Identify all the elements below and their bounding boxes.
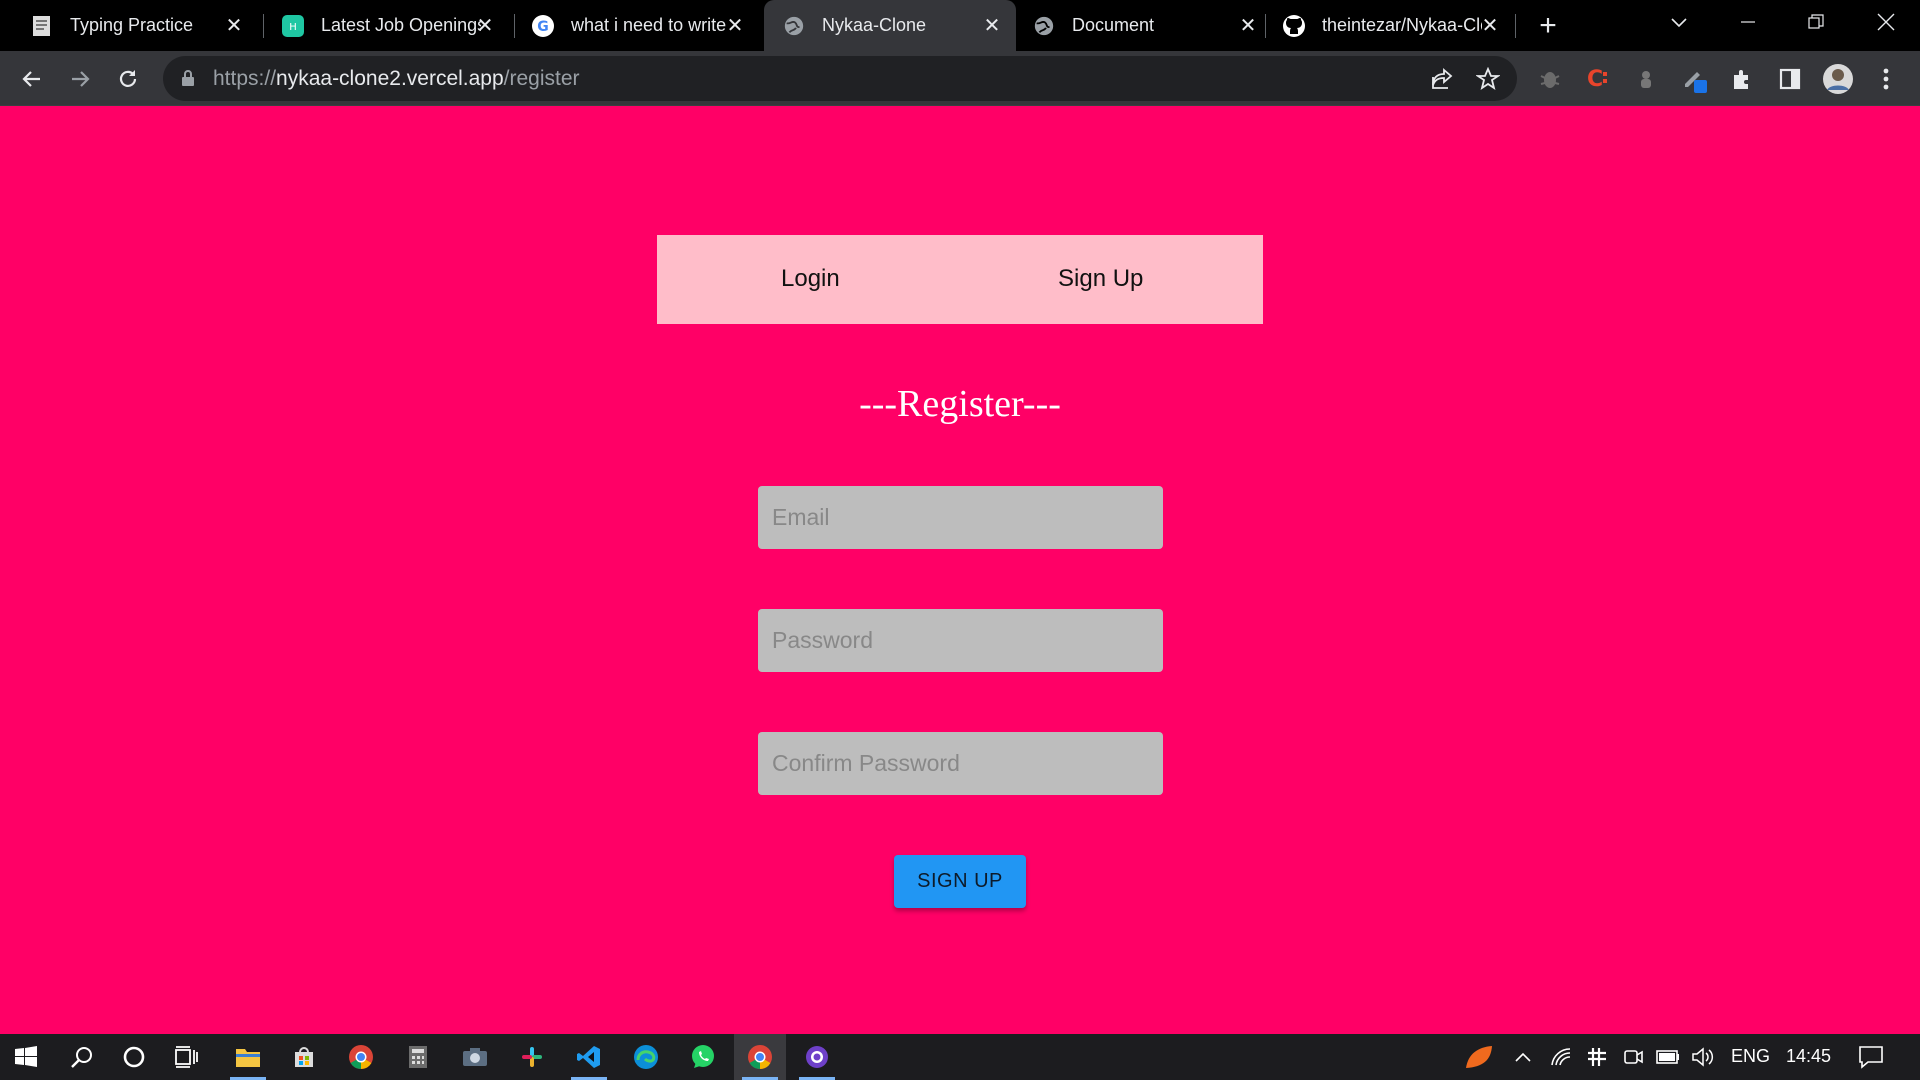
- tab-title: theintezar/Nykaa-Clone: [1322, 15, 1482, 35]
- volume-icon[interactable]: [1688, 1034, 1718, 1080]
- svg-text:G: G: [537, 19, 549, 35]
- close-icon[interactable]: ✕: [723, 13, 747, 37]
- close-icon[interactable]: ✕: [980, 13, 1004, 37]
- tab-search-chevron-icon[interactable]: [1645, 0, 1713, 44]
- chevron-up-icon[interactable]: [1508, 1034, 1538, 1080]
- battery-icon[interactable]: [1653, 1034, 1683, 1080]
- new-tab-plus-icon[interactable]: +: [1532, 9, 1564, 42]
- svg-text:H: H: [289, 22, 297, 33]
- address-bar[interactable]: https://nykaa-clone2.vercel.app/register: [163, 56, 1517, 101]
- tab-latest-job-openings[interactable]: H Latest Job Openings ✕: [251, 0, 509, 51]
- edge-icon[interactable]: [620, 1034, 672, 1080]
- globe-icon: [1032, 14, 1056, 38]
- reload-icon[interactable]: [110, 61, 146, 97]
- slack-icon[interactable]: [506, 1034, 558, 1080]
- tab-separator: [1515, 14, 1516, 38]
- tab-title: what i need to write: [571, 15, 727, 35]
- c-extension-icon[interactable]: C: [1580, 61, 1616, 97]
- tab-typing-practice[interactable]: Typing Practice ✕: [0, 0, 258, 51]
- browser-menu-icon[interactable]: [1868, 61, 1904, 97]
- github-icon: [1282, 14, 1306, 38]
- task-view-icon[interactable]: [160, 1034, 212, 1080]
- close-icon[interactable]: ✕: [1236, 13, 1260, 37]
- browser-toolbar: https://nykaa-clone2.vercel.app/register…: [0, 51, 1920, 106]
- extensions-puzzle-icon[interactable]: [1724, 61, 1760, 97]
- page-viewport: Login Sign Up ---Register--- SIGN UP: [0, 106, 1920, 1034]
- tab-github-repo[interactable]: theintezar/Nykaa-Clone ✕: [1264, 0, 1514, 51]
- close-icon[interactable]: ✕: [1478, 13, 1502, 37]
- email-field[interactable]: [758, 486, 1163, 549]
- notification-icon[interactable]: [1854, 1034, 1888, 1080]
- tab-google-search[interactable]: G what i need to write ✕: [501, 0, 759, 51]
- side-panel-icon[interactable]: [1772, 61, 1808, 97]
- tab-title: Latest Job Openings: [321, 15, 481, 35]
- clock-time[interactable]: 14:45: [1786, 1046, 1831, 1067]
- forward-arrow-icon[interactable]: [62, 61, 98, 97]
- profile-avatar-icon[interactable]: [1820, 61, 1856, 97]
- globe-icon: [782, 14, 806, 38]
- cortana-icon[interactable]: [108, 1034, 160, 1080]
- url-scheme: https://: [213, 67, 277, 90]
- close-window-icon[interactable]: [1852, 0, 1920, 44]
- whatsapp-icon[interactable]: [677, 1034, 729, 1080]
- url-text[interactable]: https://nykaa-clone2.vercel.app/register: [213, 67, 580, 91]
- signup-submit-button[interactable]: SIGN UP: [894, 855, 1026, 908]
- camera-icon[interactable]: [449, 1034, 501, 1080]
- bookmark-star-icon[interactable]: [1473, 64, 1503, 94]
- share-icon[interactable]: [1427, 64, 1457, 94]
- microsoft-store-icon[interactable]: [278, 1034, 330, 1080]
- minimize-icon[interactable]: [1714, 0, 1782, 44]
- lock-icon[interactable]: [181, 69, 195, 92]
- password-field[interactable]: [758, 609, 1163, 672]
- windows-start-icon[interactable]: [0, 1034, 52, 1080]
- auth-nav-bar: Login Sign Up: [657, 235, 1263, 324]
- confirm-password-field[interactable]: [758, 732, 1163, 795]
- browser-tab-strip: Typing Practice ✕ H Latest Job Openings …: [0, 0, 1920, 51]
- notepad-icon: [30, 14, 54, 38]
- language-indicator[interactable]: ENG: [1731, 1046, 1770, 1067]
- calculator-icon[interactable]: [392, 1034, 444, 1080]
- close-icon[interactable]: ✕: [222, 13, 246, 37]
- google-icon: G: [531, 14, 555, 38]
- close-icon[interactable]: ✕: [473, 13, 497, 37]
- search-icon[interactable]: [56, 1034, 108, 1080]
- pen-extension-icon[interactable]: [1676, 61, 1712, 97]
- svg-text:C: C: [1587, 67, 1603, 92]
- chrome-icon[interactable]: [335, 1034, 387, 1080]
- github-desktop-icon[interactable]: [791, 1034, 843, 1080]
- tab-nykaa-clone[interactable]: Nykaa-Clone ✕: [764, 0, 1016, 51]
- tab-title: Nykaa-Clone: [822, 15, 927, 35]
- page-title: ---Register---: [859, 383, 1061, 425]
- url-path: /register: [503, 67, 580, 90]
- tab-title: Document: [1072, 15, 1155, 35]
- url-host: nykaa-clone2.vercel.app: [276, 67, 504, 90]
- back-arrow-icon[interactable]: [14, 61, 50, 97]
- tab-title: Typing Practice: [70, 15, 194, 35]
- extension-grey-icon[interactable]: [1628, 61, 1664, 97]
- tab-document[interactable]: Document ✕: [1014, 0, 1272, 51]
- leaf-app-tray-icon[interactable]: [1460, 1034, 1498, 1080]
- file-explorer-icon[interactable]: [222, 1034, 274, 1080]
- windows-taskbar: ENG 14:45: [0, 1034, 1920, 1080]
- meet-now-icon[interactable]: [1618, 1034, 1648, 1080]
- wifi-icon[interactable]: [1546, 1034, 1576, 1080]
- login-link[interactable]: Login: [781, 265, 840, 293]
- job-site-icon: H: [281, 14, 305, 38]
- chrome-icon[interactable]: [734, 1034, 786, 1080]
- signup-link[interactable]: Sign Up: [1058, 265, 1143, 293]
- vscode-icon[interactable]: [563, 1034, 615, 1080]
- restore-icon[interactable]: [1782, 0, 1850, 44]
- bug-extension-icon[interactable]: [1532, 61, 1568, 97]
- slack-tray-icon[interactable]: [1582, 1034, 1612, 1080]
